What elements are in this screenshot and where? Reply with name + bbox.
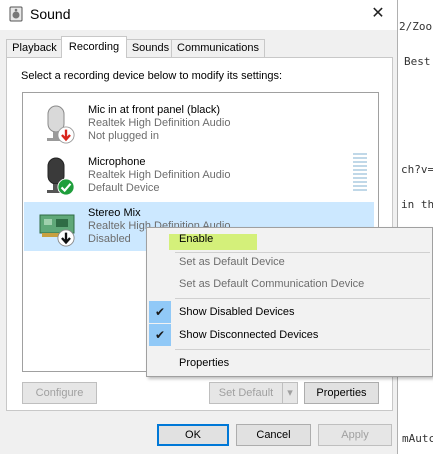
configure-button[interactable]: Configure [22, 382, 97, 404]
apply-button[interactable]: Apply [318, 424, 392, 446]
menu-item-set-default[interactable]: Set as Default Device [147, 251, 432, 273]
title-bar[interactable]: Sound ✕ [0, 0, 397, 30]
background-text-3: ch?v= [401, 163, 433, 176]
menu-separator [175, 298, 430, 299]
menu-item-enable[interactable]: Enable [147, 228, 432, 250]
device-driver: Realtek High Definition Audio [88, 117, 231, 129]
green-check-icon [57, 178, 75, 196]
checkmark-icon: ✔ [149, 324, 171, 346]
device-item[interactable]: Mic in at front panel (black) Realtek Hi… [24, 99, 374, 148]
tab-playback[interactable]: Playback [6, 39, 63, 57]
background-text-1: 2/Zoo [399, 20, 433, 33]
tab-recording[interactable]: Recording [61, 36, 127, 58]
menu-separator [175, 349, 430, 350]
menu-item-properties[interactable]: Properties [147, 352, 432, 374]
menu-item-show-disconnected[interactable]: ✔ Show Disconnected Devices [147, 324, 432, 346]
instructions-text: Select a recording device below to modif… [21, 70, 283, 82]
black-down-arrow-icon [57, 229, 75, 247]
device-status: Not plugged in [88, 130, 159, 142]
menu-item-set-default-communication[interactable]: Set as Default Communication Device [147, 273, 432, 295]
background-text-4: in th [401, 198, 433, 211]
properties-button[interactable]: Properties [304, 382, 379, 404]
level-meter [353, 153, 367, 195]
background-text-5: mAutc [402, 432, 433, 445]
window-title: Sound [30, 6, 71, 22]
device-driver: Realtek High Definition Audio [88, 169, 231, 181]
menu-item-show-disabled[interactable]: ✔ Show Disabled Devices [147, 301, 432, 323]
speaker-icon [9, 6, 23, 22]
device-status: Default Device [88, 182, 160, 194]
device-name: Stereo Mix [88, 207, 141, 219]
device-name: Mic in at front panel (black) [88, 104, 221, 116]
chevron-down-icon: ▾ [287, 387, 293, 399]
background-text-2: Best F [404, 55, 433, 68]
checkmark-icon: ✔ [149, 301, 171, 323]
tab-communications[interactable]: Communications [171, 39, 265, 57]
context-menu: Enable Set as Default Device Set as Defa… [146, 227, 433, 377]
device-name: Microphone [88, 156, 146, 168]
ok-button[interactable]: OK [157, 424, 229, 446]
red-down-arrow-icon [57, 126, 75, 144]
device-item[interactable]: Microphone Realtek High Definition Audio… [24, 151, 374, 200]
close-button[interactable]: ✕ [365, 3, 391, 25]
set-default-button[interactable]: Set Default [209, 382, 283, 404]
set-default-dropdown[interactable]: ▾ [282, 382, 298, 404]
cancel-button[interactable]: Cancel [236, 424, 311, 446]
tab-sounds[interactable]: Sounds [124, 39, 177, 57]
